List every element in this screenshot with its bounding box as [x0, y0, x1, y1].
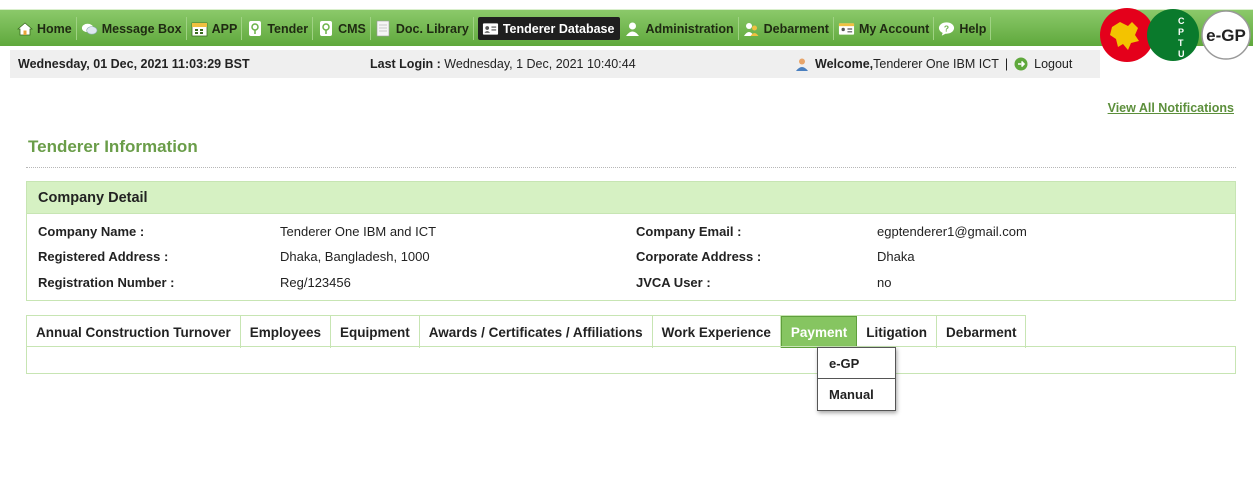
nav-administration-label: Administration — [645, 21, 734, 36]
tenderer-info-tabs: Annual Construction Turnover Employees E… — [26, 315, 1027, 348]
payment-dropdown-menu: e-GP Manual — [817, 347, 896, 411]
company-name-label: Company Name : — [38, 224, 145, 239]
tab-content-area — [26, 346, 1236, 374]
tab-awards-certificates-affiliations[interactable]: Awards / Certificates / Affiliations — [420, 316, 653, 348]
user-icon — [624, 20, 641, 37]
svg-text:?: ? — [944, 23, 949, 33]
logo-text: e-GP — [1206, 26, 1246, 45]
tab-equipment[interactable]: Equipment — [331, 316, 420, 348]
nav-doc-library[interactable]: Doc. Library — [373, 17, 474, 40]
id-card-icon — [838, 20, 855, 37]
company-detail-panel: Company Detail Company Name : Tenderer O… — [26, 181, 1236, 301]
tab-debarment[interactable]: Debarment — [937, 316, 1027, 348]
tender-icon — [246, 20, 263, 37]
current-datetime: Wednesday, 01 Dec, 2021 11:03:29 BST — [18, 57, 250, 71]
last-login-label: Last Login : — [370, 57, 441, 71]
nav-administration[interactable]: Administration — [622, 17, 739, 40]
page-title: Tenderer Information — [28, 137, 198, 156]
nav-my-account-label: My Account — [858, 21, 930, 36]
logo-letter-p: P — [1178, 27, 1184, 37]
user-avatar-icon — [795, 57, 809, 71]
title-divider — [26, 167, 1236, 168]
last-login: Last Login : Wednesday, 1 Dec, 2021 10:4… — [370, 57, 795, 71]
nav-cms[interactable]: CMS — [315, 17, 371, 40]
company-email-label: Company Email : — [636, 224, 742, 239]
view-all-notifications-link[interactable]: View All Notifications — [1108, 101, 1234, 115]
nav-tenderer-database-label: Tenderer Database — [502, 21, 615, 36]
tab-employees[interactable]: Employees — [241, 316, 332, 348]
tab-litigation[interactable]: Litigation — [857, 316, 937, 348]
nav-help[interactable]: ? Help — [936, 17, 992, 40]
registered-address-label: Registered Address : — [38, 249, 169, 264]
corporate-address-label: Corporate Address : — [636, 249, 762, 264]
logo-letter-u: U — [1178, 49, 1185, 59]
top-header: Home Message Box APP Tender CMS Doc. Lib… — [0, 0, 1253, 80]
welcome-separator: | — [1004, 57, 1009, 71]
welcome-label: Welcome, — [815, 57, 874, 71]
nav-home[interactable]: Home — [14, 17, 77, 40]
jvca-user-label: JVCA User : — [636, 275, 711, 290]
help-icon: ? — [938, 20, 955, 37]
welcome-message: Welcome, Tenderer One IBM ICT | — [795, 57, 1008, 71]
calendar-icon — [191, 20, 208, 37]
company-row: Company Name : Tenderer One IBM and ICT … — [27, 224, 1237, 244]
registration-number-label: Registration Number : — [38, 275, 175, 290]
nav-my-account[interactable]: My Account — [836, 17, 935, 40]
logo-letter-c: C — [1178, 16, 1185, 26]
logout-icon — [1014, 57, 1028, 71]
logout-link[interactable]: Logout — [1014, 57, 1072, 71]
nav-tender[interactable]: Tender — [244, 17, 314, 40]
menu-item-manual[interactable]: Manual — [817, 379, 896, 411]
nav-tenderer-database[interactable]: Tenderer Database — [477, 17, 621, 40]
menu-item-egp[interactable]: e-GP — [817, 347, 896, 379]
tab-payment[interactable]: Payment — [780, 316, 858, 348]
nav-debarment[interactable]: Debarment — [741, 17, 834, 40]
nav-message-box-label: Message Box — [101, 21, 182, 36]
company-email-value: egptenderer1@gmail.com — [877, 224, 1027, 239]
logout-label: Logout — [1034, 57, 1073, 71]
nav-home-label: Home — [37, 21, 72, 36]
nav-cms-label: CMS — [338, 21, 366, 36]
registered-address-value: Dhaka, Bangladesh, 1000 — [280, 249, 430, 264]
users-icon — [743, 20, 760, 37]
id-card-icon — [482, 20, 499, 37]
last-login-value: Wednesday, 1 Dec, 2021 10:40:44 — [440, 57, 636, 71]
main-navigation: Home Message Box APP Tender CMS Doc. Lib… — [0, 9, 1253, 46]
welcome-user: Tenderer One IBM ICT — [873, 57, 999, 71]
nav-doc-library-label: Doc. Library — [395, 21, 469, 36]
nav-debarment-label: Debarment — [763, 21, 829, 36]
nav-app-label: APP — [211, 21, 238, 36]
registration-number-value: Reg/123456 — [280, 275, 351, 290]
nav-help-label: Help — [959, 21, 987, 36]
company-detail-heading: Company Detail — [27, 182, 1235, 214]
logo-letter-t: T — [1178, 38, 1184, 48]
company-row: Registration Number : Reg/123456 JVCA Us… — [27, 275, 1237, 295]
corporate-address-value: Dhaka — [877, 249, 915, 264]
tab-work-experience[interactable]: Work Experience — [653, 316, 781, 348]
egp-logo: C P T U e-GP — [1098, 8, 1253, 62]
tab-annual-construction-turnover[interactable]: Annual Construction Turnover — [26, 316, 241, 348]
company-name-value: Tenderer One IBM and ICT — [280, 224, 437, 239]
nav-tender-label: Tender — [267, 21, 309, 36]
jvca-user-value: no — [877, 275, 892, 290]
nav-app[interactable]: APP — [189, 17, 243, 40]
home-icon — [16, 20, 33, 37]
cms-icon — [317, 20, 334, 37]
nav-message-box[interactable]: Message Box — [79, 17, 187, 40]
document-icon — [375, 20, 392, 37]
company-row: Registered Address : Dhaka, Bangladesh, … — [27, 249, 1237, 269]
message-icon — [81, 20, 98, 37]
session-info-bar: Wednesday, 01 Dec, 2021 11:03:29 BST Las… — [10, 50, 1100, 78]
